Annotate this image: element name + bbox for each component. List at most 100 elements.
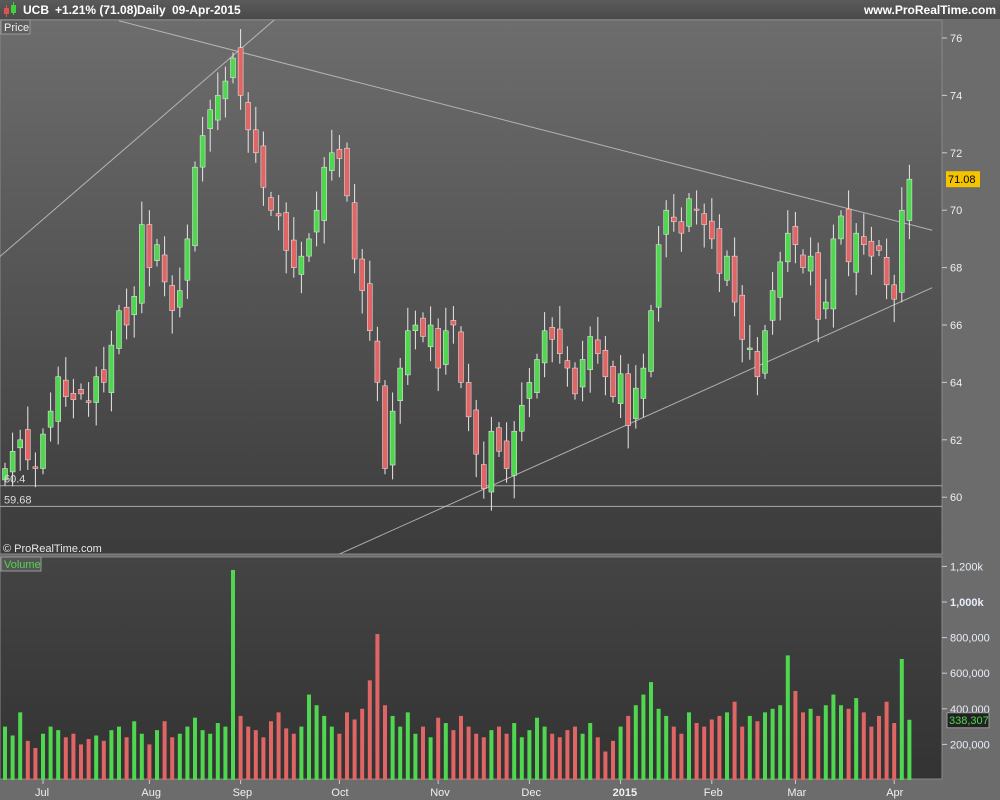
candle-body (230, 57, 236, 78)
candle-body (405, 330, 411, 376)
price-tick-label: 70 (950, 205, 962, 217)
volume-bar (177, 733, 182, 780)
volume-bar (246, 726, 251, 780)
volume-bar (193, 717, 197, 780)
volume-bar (398, 726, 403, 780)
candle-body (237, 47, 244, 96)
candle-body (253, 129, 259, 154)
volume-bar (360, 708, 365, 780)
candle-body (268, 197, 274, 211)
candle-body (496, 427, 502, 452)
volume-bar (649, 682, 653, 780)
candle-body (260, 145, 267, 188)
candle-body (32, 466, 39, 469)
volume-bar (519, 737, 524, 780)
volume-bar (139, 733, 144, 780)
candle-body (9, 451, 16, 473)
volume-bar (770, 708, 775, 780)
volume-bar (755, 721, 760, 780)
candle-body (519, 405, 525, 432)
candle-body (222, 80, 229, 100)
x-tick-label: Oct (331, 787, 348, 799)
volume-bar (329, 726, 334, 780)
volume-bar (899, 658, 904, 780)
candle-body (686, 198, 692, 227)
volume-bar (215, 723, 220, 780)
candle-body (420, 317, 426, 337)
x-tick-label: Dec (521, 787, 541, 799)
candle-body (412, 324, 419, 331)
volume-bar (717, 715, 722, 780)
volume-bar (443, 723, 448, 780)
volume-bar (117, 726, 121, 780)
candle-body (443, 330, 449, 365)
candle-body (329, 152, 335, 171)
volume-bar (573, 726, 577, 780)
volume-bar (641, 694, 646, 780)
chart-canvas[interactable]: 60.4 59.68 60 62 64 66 68 70 72 74 76 71.08 1,200k 1,… (0, 0, 1000, 800)
candle-body (823, 301, 829, 310)
candle-body (899, 209, 905, 293)
volume-bar (884, 701, 889, 780)
volume-bar (656, 708, 661, 780)
volume-bar (588, 723, 593, 780)
candle-body (123, 306, 130, 326)
volume-bar (580, 733, 585, 780)
volume-bar (854, 698, 859, 780)
candle-body (427, 324, 434, 348)
candle-body (465, 382, 472, 418)
x-tick-label: Feb (704, 787, 723, 799)
volume-bar (101, 740, 106, 780)
volume-bar (671, 726, 676, 780)
volume-bar (428, 737, 433, 780)
volume-bar (633, 705, 638, 780)
candle-body (85, 400, 92, 403)
volume-bar (603, 751, 608, 780)
volume-bar (664, 715, 669, 780)
candle-body (663, 209, 669, 235)
last-price-label: 71.08 (948, 174, 976, 186)
candle-body (617, 373, 624, 404)
candle-body (511, 430, 517, 476)
candle-body (116, 310, 122, 349)
candle-body (17, 439, 23, 449)
candle-body (215, 95, 221, 121)
volume-bar (877, 715, 881, 780)
candle-body (633, 387, 639, 419)
candle-body (275, 213, 282, 217)
candle-body (25, 429, 31, 461)
candle-body (526, 382, 533, 399)
volume-bar (725, 712, 729, 780)
volume-bar (489, 730, 494, 780)
candle-body (731, 255, 738, 303)
volume-bar (702, 726, 707, 780)
volume-bar (314, 705, 319, 780)
volume-bar (33, 747, 38, 780)
copyright: © ProRealTime.com (3, 543, 102, 555)
candle-body (701, 213, 707, 225)
candle-body (161, 254, 168, 283)
volume-bar (869, 726, 874, 780)
candle-body (572, 367, 578, 395)
volume-bar (124, 737, 129, 780)
candle-body (458, 331, 464, 383)
candle-body (306, 238, 312, 257)
volume-bar (162, 721, 167, 780)
volume-bar (208, 733, 213, 780)
candle-body (199, 135, 206, 168)
price-tick-label: 64 (950, 377, 962, 389)
candle-body (473, 409, 479, 455)
candle-body (876, 245, 882, 251)
volume-bar (839, 705, 843, 780)
volume-bar (459, 715, 463, 780)
candle-body (108, 344, 115, 393)
price-panel-label: Price (4, 22, 29, 34)
candle-body (891, 284, 897, 300)
volume-bar (413, 733, 418, 780)
candle-body (769, 290, 776, 321)
level-label: 60.4 (4, 474, 25, 486)
x-tick-label: Jul (35, 787, 49, 799)
candle-body (382, 385, 388, 469)
volume-bar (383, 705, 387, 780)
candle-body (139, 224, 145, 304)
